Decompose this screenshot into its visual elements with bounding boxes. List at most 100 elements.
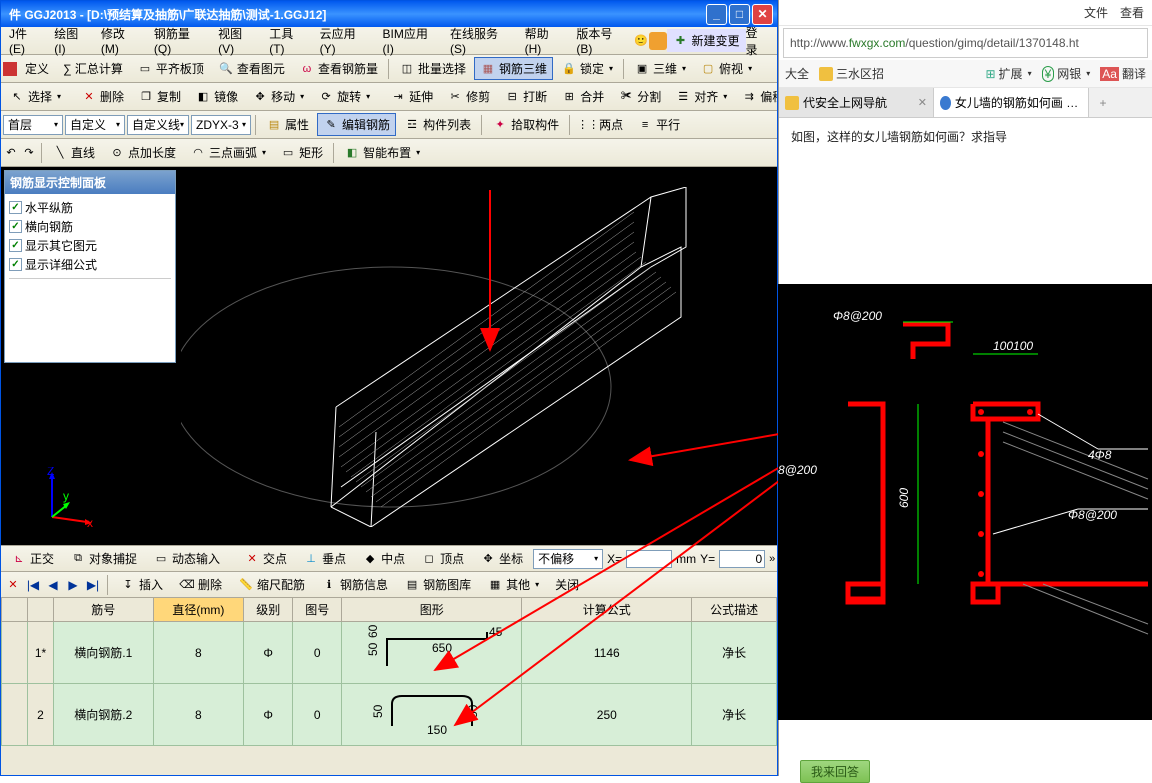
sum-button[interactable]: ∑ 汇总计算 [57,57,129,80]
ortho-toggle[interactable]: ⊾正交 [5,547,60,570]
ext-5[interactable]: Aa翻译 [1100,65,1146,82]
address-bar[interactable]: http://www.fwxgx.com/question/gimq/detai… [783,28,1148,58]
customline-combo[interactable]: 自定义线▾ [127,115,189,135]
custom-combo[interactable]: 自定义▾ [65,115,125,135]
mirror-button[interactable]: ◧镜像 [189,85,244,108]
close-rebar-button[interactable]: 关闭 [549,573,585,596]
objsnap-toggle[interactable]: ⧉对象捕捉 [64,547,143,570]
tab-1[interactable]: 代安全上网导航✕ [779,88,934,117]
menu-rebar-qty[interactable]: 钢筋量(Q) [148,22,212,59]
menu-view[interactable]: 视图(V) [212,22,263,59]
intersect-snap[interactable]: ✕交点 [238,547,293,570]
floor-combo[interactable]: 首层▾ [3,115,63,135]
offset-combo[interactable]: 不偏移▾ [533,549,603,569]
close-icon[interactable]: ✕ [5,577,21,593]
line-button[interactable]: ╲直线 [46,141,101,164]
cell-shape[interactable]: 150 50 50 [342,684,522,746]
rebar-3d-button[interactable]: ▦钢筋三维 [474,57,553,80]
rotate-button[interactable]: ⟳旋转▾ [312,85,376,108]
cell-formula[interactable]: 1146 [522,622,692,684]
menu-draw[interactable]: 绘图(I) [48,22,95,59]
insert-row-button[interactable]: ↧插入 [114,573,169,596]
mid-snap[interactable]: ◆中点 [356,547,411,570]
chevron-right-icon[interactable]: » [769,551,775,567]
maximize-button[interactable]: □ [729,4,750,25]
menu-cloud[interactable]: 云应用(Y) [314,22,377,59]
col-name[interactable]: 筋号 [54,598,154,622]
chk-row-4[interactable]: ✓显示详细公式 [9,255,171,274]
col-grade[interactable]: 级别 [244,598,293,622]
cell-num[interactable]: 0 [293,622,342,684]
cell-grade[interactable]: Φ [244,622,293,684]
col-formula[interactable]: 计算公式 [522,598,692,622]
undo-icon[interactable]: ↶ [3,145,19,161]
tab-close-icon[interactable]: ✕ [918,96,927,109]
cell-name[interactable]: 横向钢筋.1 [54,622,154,684]
rebar-qty-button[interactable]: ω查看钢筋量 [293,57,384,80]
view-dwg-button[interactable]: 🔍查看图元 [212,57,291,80]
minimize-button[interactable]: _ [706,4,727,25]
ext-4[interactable]: ¥网银▾ [1042,65,1091,82]
menu-bim[interactable]: BIM应用(I) [377,22,444,59]
cell-formula[interactable]: 250 [522,684,692,746]
menu-help[interactable]: 帮助(H) [519,22,571,59]
menu-modify[interactable]: 修改(M) [95,22,148,59]
table-row[interactable]: 1* 横向钢筋.1 8 Φ 0 650 45 50 60 1146 净长 [2,622,777,684]
point-len-button[interactable]: ⊙点加长度 [103,141,182,164]
define-button[interactable]: 定义 [19,57,55,80]
cell-num[interactable]: 0 [293,684,342,746]
cell-dia[interactable]: 8 [153,684,244,746]
y-input[interactable] [719,550,765,568]
redo-icon[interactable]: ↷ [21,145,37,161]
col-shape[interactable]: 图形 [342,598,522,622]
nav-next[interactable]: ▶ [65,577,81,593]
menu-version[interactable]: 版本号(B) [570,22,633,59]
extend-button[interactable]: ⇥延伸 [384,85,439,108]
viewport-3d[interactable]: 钢筋显示控制面板 ✓水平纵筋 ✓横向钢筋 ✓显示其它图元 ✓显示详细公式 [1,167,777,545]
delete-row-button[interactable]: ⌫删除 [173,573,228,596]
tab-2[interactable]: 女儿墙的钢筋如何画 -广联达服 [934,88,1089,117]
flag-icon[interactable] [3,62,17,76]
col-desc[interactable]: 公式描述 [692,598,777,622]
front-view-button[interactable]: ▢俯视▾ [694,57,758,80]
coord-snap[interactable]: ✥坐标 [474,547,529,570]
attr-button[interactable]: ▤属性 [260,113,315,136]
code-combo[interactable]: ZDYX-3▾ [191,115,251,135]
vertex-snap[interactable]: ◻顶点 [415,547,470,570]
cell-desc[interactable]: 净长 [692,622,777,684]
chk-row-3[interactable]: ✓显示其它图元 [9,236,171,255]
ext-3[interactable]: ⊞扩展▾ [985,65,1031,82]
tab-add-button[interactable]: + [1089,88,1117,117]
avatar-icon[interactable] [649,32,667,50]
browser-menu-view[interactable]: 查看 [1120,4,1144,21]
ext-1[interactable]: 大全 [785,65,809,82]
col-num[interactable]: 图号 [293,598,342,622]
table-row[interactable]: 2 横向钢筋.2 8 Φ 0 150 50 50 250 净长 [2,684,777,746]
align-button[interactable]: ☰对齐▾ [669,85,733,108]
other-button[interactable]: ▦其他▾ [481,573,545,596]
batch-select-button[interactable]: ◫批量选择 [393,57,472,80]
cell-grade[interactable]: Φ [244,684,293,746]
menu-tools[interactable]: 工具(T) [263,22,313,59]
delete-button[interactable]: ✕删除 [75,85,130,108]
x-input[interactable] [626,550,672,568]
copy-button[interactable]: ❐复制 [132,85,187,108]
nav-first[interactable]: |◀ [25,577,41,593]
col-dia[interactable]: 直径(mm) [153,598,244,622]
pick-component-button[interactable]: ✦拾取构件 [486,113,565,136]
split-button[interactable]: ✀分割 [612,85,667,108]
new-change-button[interactable]: ✚新建变更 [667,29,746,52]
login-link[interactable]: 登录 [746,24,770,58]
threed-button[interactable]: ▣三维▾ [628,57,692,80]
browser-menu-file[interactable]: 文件 [1084,4,1108,21]
answer-button[interactable]: 我来回答 [800,760,870,783]
trim-button[interactable]: ✂修剪 [441,85,496,108]
arc3-button[interactable]: ◠三点画弧▾ [184,141,272,164]
dyninput-toggle[interactable]: ▭动态输入 [147,547,226,570]
chk-row-2[interactable]: ✓横向钢筋 [9,217,171,236]
move-button[interactable]: ✥移动▾ [246,85,310,108]
select-button[interactable]: ↖选择▾ [3,85,67,108]
break-button[interactable]: ⊟打断 [498,85,553,108]
merge-button[interactable]: ⊞合并 [555,85,610,108]
rect-button[interactable]: ▭矩形 [274,141,329,164]
